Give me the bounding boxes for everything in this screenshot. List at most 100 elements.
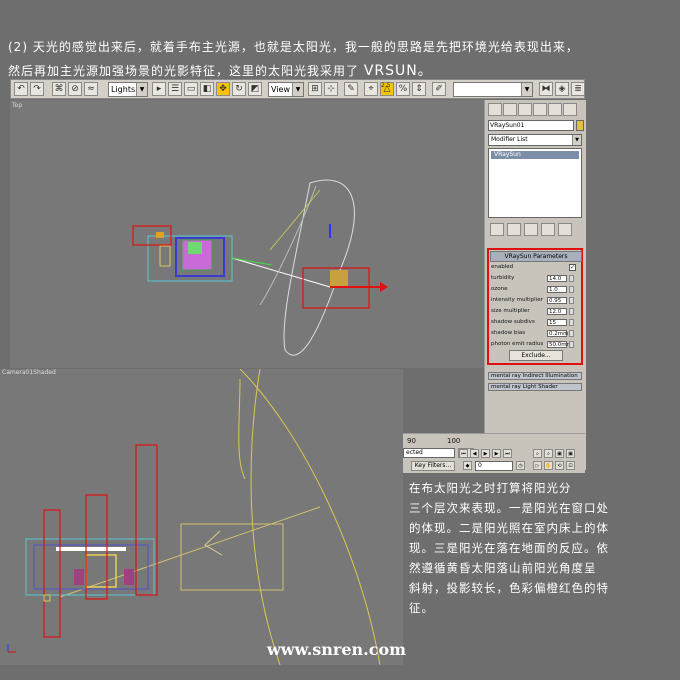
select-scale-icon[interactable]: ◩ <box>248 82 262 96</box>
top-viewport-drawing <box>132 179 388 356</box>
selection-filter-dropdown[interactable]: Lights ▼ <box>108 82 148 97</box>
intro-line-2-highlight: VRSUN。 <box>363 63 433 79</box>
time-config-icon[interactable]: ◷ <box>516 461 525 470</box>
rollout-mr-shader[interactable]: mental ray Light Shader <box>488 383 582 391</box>
param-label: turbidity <box>491 275 515 281</box>
spinner-icon[interactable] <box>569 286 574 293</box>
modify-tab-icon[interactable] <box>503 103 517 116</box>
display-tab-icon[interactable] <box>548 103 562 116</box>
bind-spacewarp-icon[interactable]: ≈ <box>84 82 98 96</box>
zoom-extents-icon[interactable]: ▣ <box>555 449 564 458</box>
redo-icon[interactable]: ↷ <box>30 82 44 96</box>
mirror-icon[interactable]: ⧓ <box>539 82 553 96</box>
object-color-swatch[interactable] <box>576 120 584 131</box>
pan-icon[interactable]: ✋ <box>544 461 553 470</box>
pin-stack-icon[interactable] <box>490 223 504 236</box>
reference-coord-dropdown[interactable]: View ▼ <box>268 82 304 97</box>
camera-viewport[interactable]: Camera01Shaded <box>0 369 403 665</box>
hierarchy-tab-icon[interactable] <box>518 103 532 116</box>
layer-manager-icon[interactable]: ≣ <box>571 82 585 96</box>
manipulate-icon[interactable]: ✎ <box>344 82 358 96</box>
rollout-mr-indirect[interactable]: mental ray Indirect Illumination <box>488 372 582 380</box>
ozone-input[interactable]: 1.0 <box>547 286 567 293</box>
enabled-checkbox[interactable]: ✓ <box>569 264 576 271</box>
rollout-title[interactable]: VRaySun Parameters <box>490 251 582 262</box>
main-toolbar: ↶ ↷ ⌘ ⊘ ≈ Lights ▼ ▸ ☰ ▭ ◧ ✥ ↻ ◩ View ▼ ⊞ … <box>10 79 585 99</box>
unlink-icon[interactable]: ⊘ <box>68 82 82 96</box>
param-label: shadow bias <box>491 330 526 336</box>
spinner-icon[interactable] <box>569 275 574 282</box>
rect-selection-icon[interactable]: ▭ <box>184 82 198 96</box>
spinner-icon[interactable] <box>569 341 574 348</box>
timeline[interactable]: 90 100 <box>403 433 585 448</box>
motion-tab-icon[interactable] <box>533 103 547 116</box>
param-label: ozone <box>491 286 508 292</box>
angle-snap-icon[interactable]: 2.5 △ <box>380 82 394 96</box>
shadow-bias-input[interactable]: 0.2mm <box>547 330 568 337</box>
param-label: size multiplier <box>491 308 530 314</box>
play-icon[interactable]: ▶ <box>481 449 490 458</box>
maximize-viewport-icon[interactable]: ⊡ <box>566 461 575 470</box>
zoom-all-icon[interactable]: ⌕ <box>544 449 553 458</box>
spinner-icon[interactable] <box>569 319 574 326</box>
make-unique-icon[interactable] <box>524 223 538 236</box>
photon-emit-radius-input[interactable]: 50.0mr <box>547 341 569 348</box>
pivot-center-icon[interactable]: ⊞ <box>308 82 322 96</box>
sun-ellipse-top <box>238 378 246 480</box>
select-object-icon[interactable]: ▸ <box>152 82 166 96</box>
select-rotate-icon[interactable]: ↻ <box>232 82 246 96</box>
nightstand-left <box>74 569 84 585</box>
turbidity-input[interactable]: 14.0 <box>547 275 567 282</box>
window-crossing-icon[interactable]: ◧ <box>200 82 214 96</box>
prev-frame-icon[interactable]: ◀ <box>470 449 479 458</box>
go-to-end-icon[interactable]: ⏭ <box>503 449 512 458</box>
gizmo-plane <box>330 270 348 287</box>
orbit-icon[interactable]: ⟲ <box>555 461 564 470</box>
sun-ellipse-right <box>239 369 381 665</box>
zoom-extents-all-icon[interactable]: ▣ <box>566 449 575 458</box>
snaps-toggle-icon[interactable]: ⌖ <box>364 82 378 96</box>
axis-constraint-icon[interactable]: ⊹ <box>324 82 338 96</box>
remove-modifier-icon[interactable] <box>541 223 555 236</box>
zoom-icon[interactable]: ⌕ <box>533 449 542 458</box>
param-row-ozone: ozone 1.0 <box>491 285 579 294</box>
angle-snap-value: 2.5 <box>381 82 391 89</box>
edit-named-selection-icon[interactable]: ✐ <box>432 82 446 96</box>
show-end-result-icon[interactable] <box>507 223 521 236</box>
align-icon[interactable]: ◈ <box>555 82 569 96</box>
description-line: 斜射，投影较长，色彩偏橙红色的特 <box>409 581 609 595</box>
select-link-icon[interactable]: ⌘ <box>52 82 66 96</box>
modifier-stack[interactable]: VRaySun <box>488 148 582 218</box>
intro-line-1: (2) 天光的感觉出来后，就着手布主光源，也就是太阳光，我一般的思路是先把环境光… <box>8 40 579 54</box>
frame-field[interactable]: 0 <box>475 461 513 471</box>
gizmo-x-arrow <box>380 282 388 292</box>
top-viewport[interactable]: Top <box>10 100 485 368</box>
intensity-multiplier-input[interactable]: 0.95 <box>547 297 567 304</box>
fov-icon[interactable]: ▷ <box>533 461 542 470</box>
selection-dropdown[interactable]: ected <box>403 448 455 458</box>
percent-snap-icon[interactable]: % <box>396 82 410 96</box>
key-filters-button[interactable]: Key Filters... <box>411 461 455 471</box>
size-multiplier-input[interactable]: 12.0 <box>547 308 567 315</box>
param-row-shadow-subdivs: shadow subdivs 15 <box>491 318 579 327</box>
spinner-icon[interactable] <box>569 330 574 337</box>
select-move-icon[interactable]: ✥ <box>216 82 230 96</box>
utilities-tab-icon[interactable] <box>563 103 577 116</box>
description-line: 三个层次来表现。一是阳光在窗口处 <box>409 501 609 515</box>
create-tab-icon[interactable] <box>488 103 502 116</box>
modifier-list-dropdown[interactable]: Modifier List ▼ <box>488 134 582 146</box>
go-to-start-icon[interactable]: ⏮ <box>459 449 468 458</box>
named-selection-dropdown[interactable]: ▼ <box>453 82 533 97</box>
select-by-name-icon[interactable]: ☰ <box>168 82 182 96</box>
object-name-field[interactable]: VRaySun01 <box>488 120 574 131</box>
spinner-snap-icon[interactable]: ⇕ <box>412 82 426 96</box>
spinner-icon[interactable] <box>569 308 574 315</box>
configure-sets-icon[interactable] <box>558 223 572 236</box>
stack-item[interactable]: VRaySun <box>491 151 579 159</box>
shadow-subdivs-input[interactable]: 15 <box>547 319 567 326</box>
key-mode-icon[interactable]: ◆ <box>463 461 472 470</box>
next-frame-icon[interactable]: ▶ <box>492 449 501 458</box>
spinner-icon[interactable] <box>569 297 574 304</box>
exclude-button[interactable]: Exclude... <box>509 350 563 361</box>
undo-icon[interactable]: ↶ <box>14 82 28 96</box>
